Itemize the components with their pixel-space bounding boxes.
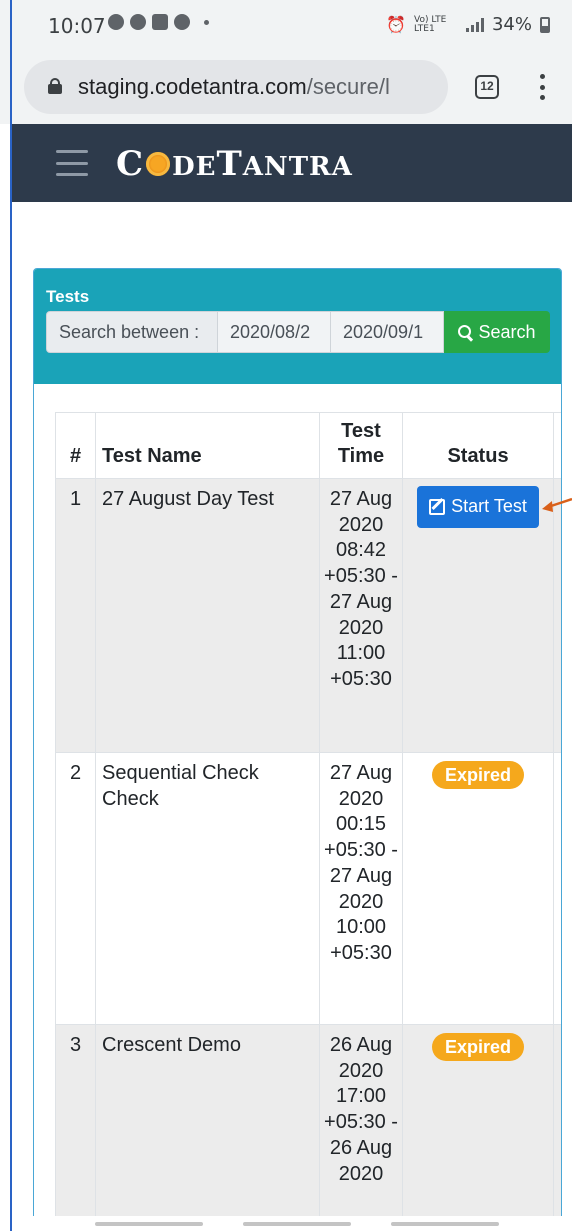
header-extra: [553, 412, 561, 479]
expired-badge: Expired: [431, 761, 525, 789]
url-text[interactable]: staging.codetantra.com/secure/l: [78, 74, 440, 100]
gesture-bar: [0, 1216, 572, 1231]
search-button[interactable]: Search: [444, 311, 550, 353]
row-test-name: 27 August Day Test: [95, 478, 320, 753]
battery-percent: 34%: [491, 14, 532, 35]
more-notifications-icon: [204, 19, 209, 25]
codetantra-logo[interactable]: C DETANTRA: [116, 144, 353, 184]
signal-icon: [465, 17, 484, 32]
browser-menu-icon[interactable]: [538, 74, 546, 100]
panel-header: Tests Search between : 2020/08/2 2020/09…: [34, 269, 561, 384]
url-host: staging.codetantra.com: [78, 74, 307, 99]
row-extra: [553, 478, 561, 753]
tests-table: # Test Name Test Time Status 1 27 August…: [55, 412, 561, 1230]
row-extra: [553, 752, 561, 1025]
address-bar[interactable]: staging.codetantra.com/secure/l: [24, 60, 448, 114]
header-num: #: [55, 412, 96, 479]
date-from-field[interactable]: 2020/08/2: [218, 311, 331, 353]
date-search-bar: Search between : 2020/08/2 2020/09/1 Sea…: [46, 311, 550, 353]
table-row: 1 27 August Day Test 27 Aug 2020 08:42 +…: [55, 478, 561, 753]
url-path: /secure/l: [306, 74, 390, 99]
annotation-arrow-icon: [542, 497, 572, 512]
row-status: Start Test: [402, 478, 554, 753]
tab-switcher-button[interactable]: 12: [475, 75, 499, 99]
chrome-icon: [108, 14, 124, 30]
search-button-label: Search: [478, 321, 536, 342]
row-test-time: 26 Aug 2020 17:00 +05:30 - 26 Aug 2020: [319, 1024, 403, 1230]
expired-badge: Expired: [431, 1033, 525, 1061]
jio-icon: [174, 14, 190, 30]
system-indicators: ⏰ Vo) LTE LTE1 34%: [386, 14, 550, 35]
row-num: 3: [55, 1024, 96, 1230]
row-num: 2: [55, 752, 96, 1025]
battery-icon: [540, 16, 550, 33]
row-extra: [553, 1024, 561, 1230]
network-type: Vo) LTE LTE1: [413, 14, 447, 34]
logo-letter-c: C: [116, 144, 145, 184]
panel-title: Tests: [46, 287, 90, 306]
sun-icon: [146, 152, 171, 176]
header-test-time: Test Time: [319, 412, 403, 479]
row-status: Expired: [402, 752, 554, 1025]
lock-icon[interactable]: [48, 78, 62, 94]
search-between-label: Search between :: [46, 311, 218, 353]
start-test-button[interactable]: Start Test: [417, 486, 539, 528]
logo-letter-t: T: [216, 144, 243, 184]
row-test-name: Sequential Check Check: [95, 752, 320, 1025]
clock: 10:07: [48, 14, 106, 38]
whatsapp-icon: [130, 14, 146, 30]
start-test-label: Start Test: [451, 496, 527, 517]
message-icon: [152, 14, 168, 30]
app-header: C DETANTRA: [12, 124, 572, 202]
date-to-field[interactable]: 2020/09/1: [331, 311, 444, 353]
row-test-time: 27 Aug 2020 08:42 +05:30 - 27 Aug 2020 1…: [319, 478, 403, 753]
menu-icon[interactable]: [56, 150, 88, 176]
logo-de: DE: [172, 152, 217, 182]
screen-edge: [10, 0, 12, 1231]
table-row: 2 Sequential Check Check 27 Aug 2020 00:…: [55, 752, 561, 1025]
table-row: 3 Crescent Demo 26 Aug 2020 17:00 +05:30…: [55, 1024, 561, 1230]
table-header-row: # Test Name Test Time Status: [55, 412, 561, 479]
row-num: 1: [55, 478, 96, 753]
row-test-time: 27 Aug 2020 00:15 +05:30 - 27 Aug 2020 1…: [319, 752, 403, 1025]
header-test-name: Test Name: [95, 412, 320, 479]
row-status: Expired: [402, 1024, 554, 1230]
header-status: Status: [402, 412, 554, 479]
row-test-name: Crescent Demo: [95, 1024, 320, 1230]
alarm-icon: ⏰: [386, 15, 406, 34]
status-bar: 10:07 ⏰ Vo) LTE LTE1 34%: [0, 0, 572, 52]
edit-icon: [429, 499, 446, 515]
search-icon: [458, 325, 472, 339]
logo-antra: ANTRA: [242, 152, 353, 182]
notification-icons: [108, 14, 209, 30]
tests-panel: Tests Search between : 2020/08/2 2020/09…: [33, 268, 562, 1231]
